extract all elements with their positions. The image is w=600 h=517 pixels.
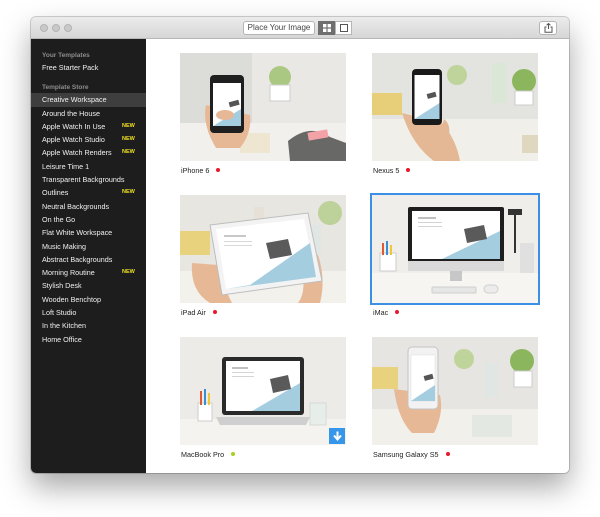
template-card-iphone-6[interactable]: iPhone 6 (180, 53, 346, 181)
sidebar-item-label: Leisure Time 1 (42, 161, 90, 171)
sidebar-item-label: In the Kitchen (42, 321, 86, 331)
share-icon (544, 23, 553, 33)
place-your-image-button[interactable]: Place Your Image (243, 21, 315, 35)
minimize-window-button[interactable] (52, 24, 60, 32)
close-window-button[interactable] (40, 24, 48, 32)
sidebar-item-wooden-benchtop[interactable]: Wooden Benchtop (31, 293, 146, 306)
new-badge: NEW (122, 269, 135, 276)
template-name-text: Nexus 5 (373, 166, 400, 175)
template-name: iPhone 6 (180, 161, 346, 181)
new-badge: NEW (122, 189, 135, 196)
sidebar-item-outlines[interactable]: Outlines NEW (31, 186, 146, 199)
template-name: Samsung Galaxy S5 (372, 445, 538, 465)
sidebar-item-label: Flat White Workspace (42, 228, 113, 238)
template-thumbnail[interactable] (372, 53, 538, 161)
download-arrow-icon (332, 431, 342, 441)
sidebar-item-label: Around the House (42, 108, 100, 118)
sidebar-item-label: Free Starter Pack (42, 63, 99, 72)
sidebar-item-label: Morning Routine (42, 268, 95, 278)
sidebar-item-label: Loft Studio (42, 308, 77, 318)
sidebar-item-label: On the Go (42, 214, 76, 224)
template-grid: iPhone 6 Nexus 5 iPad Air iMac MacBook P… (146, 39, 569, 473)
square-icon (339, 24, 348, 32)
template-thumbnail[interactable] (180, 195, 346, 303)
sidebar-item-label: Neutral Backgrounds (42, 201, 110, 211)
sidebar-item-in-the-kitchen[interactable]: In the Kitchen (31, 319, 146, 332)
sidebar-item-leisure-time-1[interactable]: Leisure Time 1 (31, 160, 146, 173)
sidebar-item-label: Home Office (42, 334, 82, 344)
template-thumbnail[interactable] (372, 337, 538, 445)
status-dot (216, 168, 221, 173)
sidebar-item-stylish-desk[interactable]: Stylish Desk (31, 279, 146, 292)
sidebar-item-apple-watch-renders[interactable]: Apple Watch Renders NEW (31, 146, 146, 159)
sidebar-item-free-starter-pack[interactable]: Free Starter Pack (31, 61, 146, 74)
sidebar-item-flat-white-workspace[interactable]: Flat White Workspace (31, 226, 146, 239)
sidebar-item-music-making[interactable]: Music Making (31, 240, 146, 253)
sidebar-item-apple-watch-in-use[interactable]: Apple Watch In Use NEW (31, 120, 146, 133)
zoom-window-button[interactable] (64, 24, 72, 32)
grid-view-button[interactable] (318, 21, 335, 35)
template-name-text: MacBook Pro (181, 450, 225, 459)
sidebar-item-label: Music Making (42, 241, 86, 251)
sidebar-item-loft-studio[interactable]: Loft Studio (31, 306, 146, 319)
sidebar-item-neutral-backgrounds[interactable]: Neutral Backgrounds (31, 200, 146, 213)
status-dot (231, 452, 236, 457)
new-badge: NEW (122, 122, 135, 129)
your-templates-heading: Your Templates (42, 52, 90, 59)
grid-icon (322, 24, 331, 32)
sidebar-item-on-the-go[interactable]: On the Go (31, 213, 146, 226)
template-name: MacBook Pro (180, 445, 346, 465)
template-name-text: iMac (373, 308, 389, 317)
sidebar-item-label: Wooden Benchtop (42, 294, 102, 304)
sidebar-item-label: Apple Watch Renders (42, 148, 112, 158)
sidebar-item-home-office[interactable]: Home Office (31, 333, 146, 346)
template-card-ipad-air[interactable]: iPad Air (180, 195, 346, 323)
sidebar-item-transparent-backgrounds[interactable]: Transparent Backgrounds (31, 173, 146, 186)
template-name-text: iPad Air (181, 308, 206, 317)
sidebar-item-label: Transparent Backgrounds (42, 175, 125, 185)
sidebar-item-label: Creative Workspace (42, 95, 107, 105)
template-name: Nexus 5 (372, 161, 538, 181)
download-button[interactable] (329, 428, 345, 444)
template-thumbnail[interactable] (370, 193, 540, 305)
template-card-imac[interactable]: iMac (370, 193, 540, 323)
template-name: iPad Air (180, 303, 346, 323)
new-badge: NEW (122, 149, 135, 156)
sidebar-item-label: Outlines (42, 188, 69, 198)
template-thumbnail[interactable] (180, 53, 346, 161)
status-dot (406, 168, 411, 173)
template-name-text: Samsung Galaxy S5 (373, 450, 439, 459)
title-bar: Place Your Image (31, 17, 569, 39)
new-badge: NEW (122, 136, 135, 143)
sidebar-item-label: Stylish Desk (42, 281, 82, 291)
sidebar-item-label: Abstract Backgrounds (42, 254, 113, 264)
sidebar-item-apple-watch-studio[interactable]: Apple Watch Studio NEW (31, 133, 146, 146)
single-view-button[interactable] (335, 21, 352, 35)
template-card-nexus-5[interactable]: Nexus 5 (372, 53, 538, 181)
template-name: iMac (372, 303, 538, 323)
template-thumbnail[interactable] (180, 337, 346, 445)
template-name-text: iPhone 6 (181, 166, 210, 175)
template-store-heading: Template Store (42, 84, 89, 92)
app-window: Place Your Image Your Templates Free Sta… (31, 17, 569, 473)
status-dot (445, 452, 450, 457)
sidebar: Your Templates Free Starter Pack Templat… (31, 39, 146, 473)
sidebar-item-morning-routine[interactable]: Morning Routine NEW (31, 266, 146, 279)
status-dot (395, 310, 400, 315)
sidebar-item-label: Apple Watch In Use (42, 121, 106, 131)
sidebar-item-around-the-house[interactable]: Around the House (31, 107, 146, 120)
template-card-macbook-pro[interactable]: MacBook Pro (180, 337, 346, 465)
sidebar-item-label: Apple Watch Studio (42, 135, 105, 145)
template-card-samsung-galaxy-s5[interactable]: Samsung Galaxy S5 (372, 337, 538, 465)
status-dot (212, 310, 217, 315)
sidebar-item-abstract-backgrounds[interactable]: Abstract Backgrounds (31, 253, 146, 266)
view-toggle (318, 21, 352, 35)
share-button[interactable] (539, 21, 557, 35)
sidebar-item-creative-workspace[interactable]: Creative Workspace (31, 93, 146, 107)
